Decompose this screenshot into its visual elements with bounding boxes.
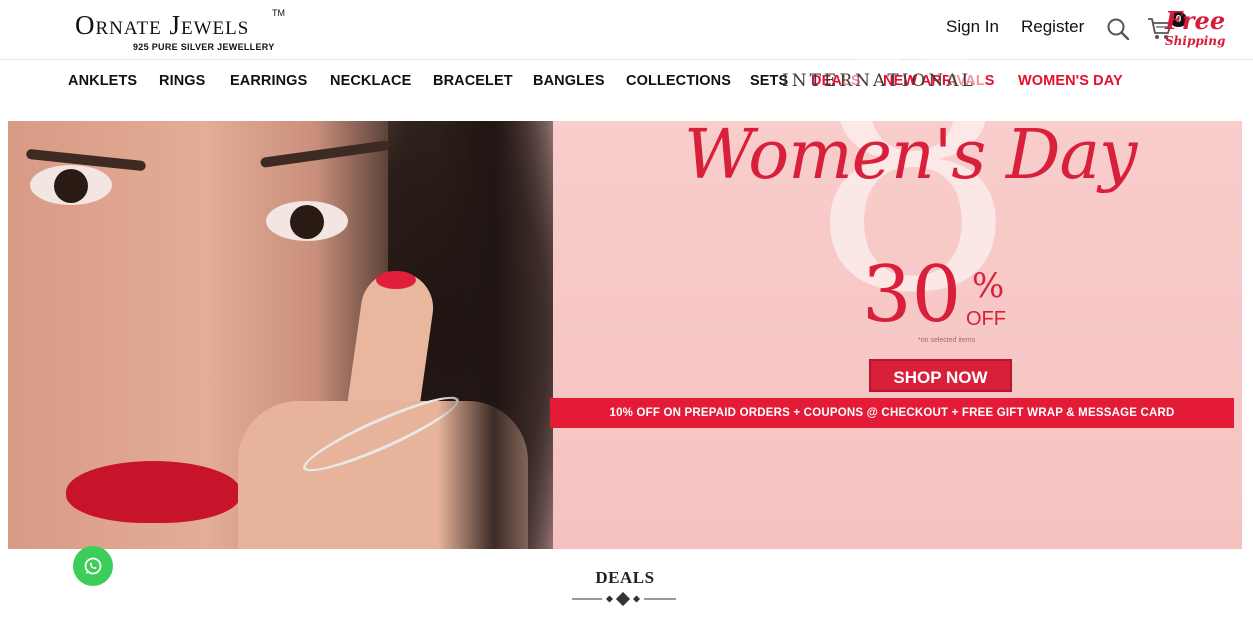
nav-item-anklets[interactable]: ANKLETS xyxy=(68,73,137,89)
eyebrow-right xyxy=(259,140,391,168)
nav-item-bangles[interactable]: BANGLES xyxy=(533,73,605,89)
international-label: INTERNATIONAL xyxy=(782,71,976,91)
search-icon[interactable] xyxy=(1106,17,1130,41)
off-label: OFF xyxy=(966,308,1006,330)
percent-sign: % xyxy=(972,266,1005,306)
shipping-label: Shipping xyxy=(1165,34,1226,48)
nav-item-collections[interactable]: COLLECTIONS xyxy=(626,73,731,89)
logo-text: Ornate Jewels xyxy=(75,10,250,40)
nail xyxy=(376,271,416,289)
logo-trademark: TM xyxy=(272,8,285,18)
site-header: Ornate Jewels TM 925 PURE SILVER JEWELLE… xyxy=(0,0,1253,60)
deals-heading: DEALS xyxy=(595,568,655,587)
nav-item-earrings[interactable]: EARRINGS xyxy=(230,73,307,89)
womens-day-headline: Women's Day xyxy=(684,116,1137,195)
logo[interactable]: Ornate Jewels TM 925 PURE SILVER JEWELLE… xyxy=(75,8,285,56)
shop-now-button[interactable]: SHOP NOW xyxy=(869,359,1012,392)
free-label: Free xyxy=(1165,6,1226,35)
deals-divider xyxy=(572,591,676,607)
main-nav: ANKLETS RINGS EARRINGS NECKLACE BRACELET… xyxy=(0,61,1253,101)
eye-right xyxy=(266,201,348,241)
nav-item-bracelet[interactable]: BRACELET xyxy=(433,73,513,89)
free-shipping-badge: Free Shipping xyxy=(1165,6,1226,49)
nav-item-rings[interactable]: RINGS xyxy=(159,73,205,89)
register-link[interactable]: Register xyxy=(1021,17,1084,37)
discount-value: 30 xyxy=(862,250,962,340)
logo-tagline: 925 PURE SILVER JEWELLERY xyxy=(133,42,275,52)
nav-item-necklace[interactable]: NECKLACE xyxy=(330,73,411,89)
offer-strip: 10% OFF ON PREPAID ORDERS + COUPONS @ CH… xyxy=(550,398,1234,428)
eye-left xyxy=(30,165,112,205)
lips xyxy=(66,461,241,523)
condition-note: *on selected items xyxy=(918,337,976,344)
nav-item-womens-day[interactable]: WOMEN'S DAY xyxy=(1018,73,1123,89)
whatsapp-icon[interactable] xyxy=(73,546,113,586)
